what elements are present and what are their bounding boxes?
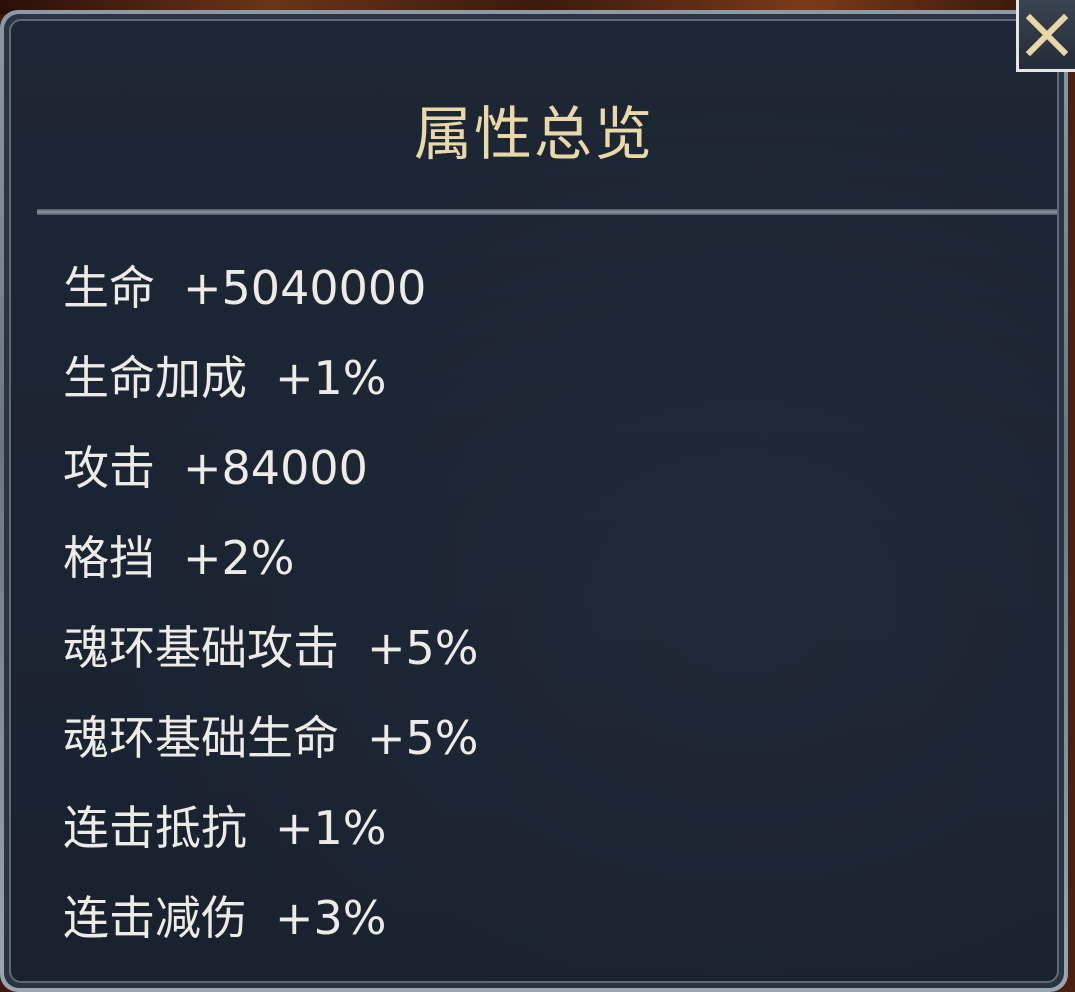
attribute-overview-panel: 属性总览 生命 +5040000 生命加成 +1% 攻击 +84000 格挡 +2% 魂… [0, 10, 1068, 992]
stat-label: 连击减伤 [63, 891, 247, 945]
stat-value: +5040000 [183, 261, 427, 315]
title-divider [37, 209, 1057, 215]
stat-value: +1% [275, 351, 387, 405]
panel-content: 属性总览 生命 +5040000 生命加成 +1% 攻击 +84000 格挡 +2% 魂… [9, 19, 1059, 983]
stat-label: 魂环基础攻击 [63, 621, 339, 675]
stat-label: 生命 [63, 261, 155, 315]
stat-label: 连击抵抗 [63, 801, 247, 855]
stat-row: 生命 +5040000 [63, 243, 479, 333]
stat-value: +2% [183, 531, 295, 585]
stat-label: 攻击 [63, 441, 155, 495]
stat-value: +5% [367, 711, 479, 765]
panel-frame: 属性总览 生命 +5040000 生命加成 +1% 攻击 +84000 格挡 +2% 魂… [4, 14, 1064, 988]
stat-list: 生命 +5040000 生命加成 +1% 攻击 +84000 格挡 +2% 魂环基础攻击… [63, 243, 479, 963]
stat-row: 魂环基础攻击 +5% [63, 603, 479, 693]
stat-row: 格挡 +2% [63, 513, 479, 603]
stat-row: 连击抵抗 +1% [63, 783, 479, 873]
stat-value: +1% [275, 801, 387, 855]
close-button[interactable] [1016, 0, 1075, 72]
stat-value: +3% [275, 891, 387, 945]
stat-value: +5% [367, 621, 479, 675]
stat-label: 魂环基础生命 [63, 711, 339, 765]
stat-label: 格挡 [63, 531, 155, 585]
stat-row: 生命加成 +1% [63, 333, 479, 423]
stat-row: 魂环基础生命 +5% [63, 693, 479, 783]
stat-row: 连击减伤 +3% [63, 873, 479, 963]
panel-title: 属性总览 [413, 100, 654, 168]
close-icon [1025, 13, 1069, 56]
stat-row: 攻击 +84000 [63, 423, 479, 513]
stat-label: 生命加成 [63, 351, 247, 405]
stat-value: +84000 [183, 441, 368, 495]
